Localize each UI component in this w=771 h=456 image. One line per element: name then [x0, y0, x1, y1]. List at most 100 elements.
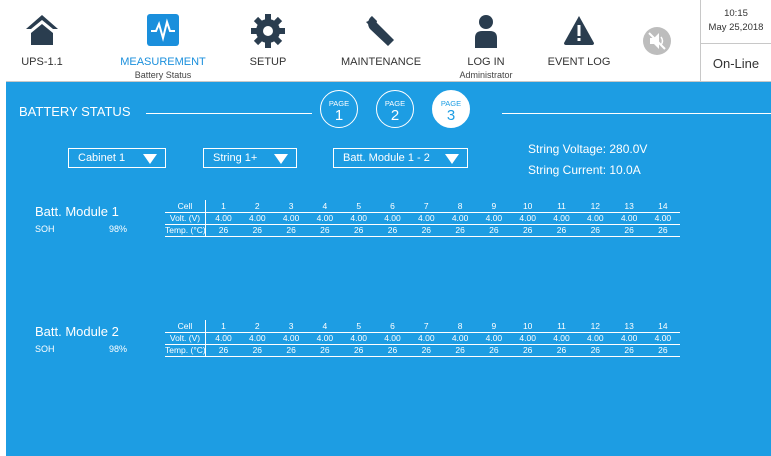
cell-number: 5: [356, 201, 362, 211]
chevron-down-icon: [143, 154, 157, 164]
cell-number: 12: [590, 201, 601, 211]
title-rule-left: [146, 113, 312, 114]
user-icon: [473, 14, 499, 53]
string-dropdown[interactable]: String 1+: [203, 148, 297, 168]
nav-measurement[interactable]: MEASUREMENT Battery Status: [108, 0, 218, 82]
cell-number: 5: [356, 321, 362, 331]
soh-label: SOH: [35, 224, 55, 234]
cell-temperature: 26: [590, 345, 601, 355]
cell-temperature: 26: [522, 225, 533, 235]
cell-number: 9: [491, 201, 497, 211]
cell-voltage: 4.00: [654, 213, 672, 223]
cell-number: 2: [254, 201, 260, 211]
cell-voltage: 4.00: [350, 333, 367, 343]
cell-temperature: 26: [455, 345, 465, 355]
nav-login[interactable]: LOG IN Administrator: [446, 0, 526, 82]
cell-temperature: 26: [624, 225, 634, 235]
wrench-icon: [364, 14, 398, 53]
cell-number: 9: [491, 321, 497, 331]
row-label-temp: Temp. (°C): [165, 345, 206, 355]
cell-temperature: 26: [421, 225, 432, 235]
page-1-button[interactable]: PAGE 1: [320, 90, 358, 128]
cell-number: 4: [322, 321, 328, 331]
cell-temperature: 26: [421, 345, 432, 355]
cell-voltage: 4.00: [587, 213, 604, 223]
cell-voltage: 4.00: [519, 333, 536, 343]
cell-number: 3: [288, 201, 294, 211]
battery-module-block: Batt. Module 2 SOH 98% Cell Volt. (V) Te…: [6, 320, 771, 380]
cell-temperature: 26: [353, 225, 364, 235]
soh-value: 98%: [109, 344, 128, 354]
nav-event-log[interactable]: EVENT LOG: [534, 0, 624, 82]
cell-temperature: 26: [252, 225, 263, 235]
row-label-volt: Volt. (V): [169, 333, 201, 343]
warning-icon: [562, 14, 596, 51]
cell-voltage: 4.00: [316, 333, 334, 343]
cell-voltage: 4.00: [485, 333, 503, 343]
cell-voltage: 4.00: [350, 213, 367, 223]
section-title: BATTERY STATUS: [19, 104, 131, 119]
cell-temperature: 26: [624, 345, 634, 355]
cell-number: 2: [254, 321, 260, 331]
cell-number: 12: [590, 321, 601, 331]
cell-voltage: 4.00: [553, 213, 570, 223]
row-label-volt: Volt. (V): [169, 213, 201, 223]
nav-ups-label: UPS-1.1: [21, 56, 63, 68]
chevron-down-icon: [445, 154, 459, 164]
cell-number: 6: [390, 201, 395, 211]
row-label-cell: Cell: [177, 321, 193, 331]
chevron-down-icon: [274, 154, 288, 164]
cell-number: 4: [322, 201, 328, 211]
cell-temperature: 26: [489, 345, 499, 355]
cell-voltage: 4.00: [418, 333, 435, 343]
cell-voltage: 4.00: [316, 213, 334, 223]
mute-button[interactable]: [632, 0, 682, 82]
cell-temperature: 26: [590, 225, 601, 235]
table-divider: [205, 320, 206, 356]
cell-voltage: 4.00: [249, 333, 266, 343]
cell-voltage: 4.00: [282, 333, 300, 343]
cell-temperature: 26: [353, 345, 364, 355]
cabinet-dropdown[interactable]: Cabinet 1: [68, 148, 166, 168]
cell-voltage: 4.00: [620, 333, 638, 343]
nav-maintenance[interactable]: MAINTENANCE: [326, 0, 436, 82]
cell-temperature: 26: [252, 345, 263, 355]
cell-number: 6: [390, 321, 395, 331]
cell-voltage: 4.00: [418, 213, 435, 223]
module-name: Batt. Module 2: [35, 324, 119, 339]
cell-voltage: 4.00: [451, 213, 469, 223]
soh-value: 98%: [109, 224, 128, 234]
cell-number: 7: [423, 321, 429, 331]
cell-number: 13: [624, 321, 634, 331]
cell-temperature: 26: [522, 345, 533, 355]
module-dropdown[interactable]: Batt. Module 1 - 2: [333, 148, 468, 168]
ups-status: On-Line: [712, 56, 760, 71]
home-icon: [25, 14, 59, 51]
cell-temperature: 26: [556, 225, 567, 235]
nav-measurement-label: MEASUREMENT: [120, 56, 206, 68]
nav-measurement-sub: Battery Status: [134, 70, 192, 80]
cell-temperature: 26: [286, 225, 296, 235]
cell-temperature: 26: [286, 345, 296, 355]
cell-number: 10: [522, 201, 533, 211]
cell-voltage: 4.00: [249, 213, 266, 223]
pulse-icon: [147, 14, 179, 51]
cell-number: 14: [658, 321, 668, 331]
string-voltage: String Voltage: 280.0V: [528, 142, 648, 156]
cell-columns: 1 4.00 26 2 4.00 26 3 4.00 26 4 4.00 26 5 4.00 26 6 4.00…: [207, 200, 680, 236]
cell-number: 14: [658, 201, 668, 211]
page-3-button[interactable]: PAGE 3: [432, 90, 470, 128]
cell-voltage: 4.00: [654, 333, 672, 343]
cabinet-dropdown-value: Cabinet 1: [78, 152, 126, 164]
cell-voltage: 4.00: [587, 333, 604, 343]
nav-ups-home[interactable]: UPS-1.1: [6, 0, 78, 82]
nav-setup[interactable]: SETUP: [234, 0, 302, 82]
battery-module-block: Batt. Module 1 SOH 98% Cell Volt. (V) Te…: [6, 200, 771, 260]
ups-screen: UPS-1.1 MEASUREMENT Battery Status SETUP…: [6, 0, 771, 456]
cell-number: 1: [221, 201, 226, 211]
cell-temperature: 26: [556, 345, 567, 355]
clock: 10:15 May 25,2018: [701, 0, 771, 44]
cell-number: 7: [423, 201, 429, 211]
clock-date: May 25,2018: [708, 22, 764, 33]
page-2-button[interactable]: PAGE 2: [376, 90, 414, 128]
